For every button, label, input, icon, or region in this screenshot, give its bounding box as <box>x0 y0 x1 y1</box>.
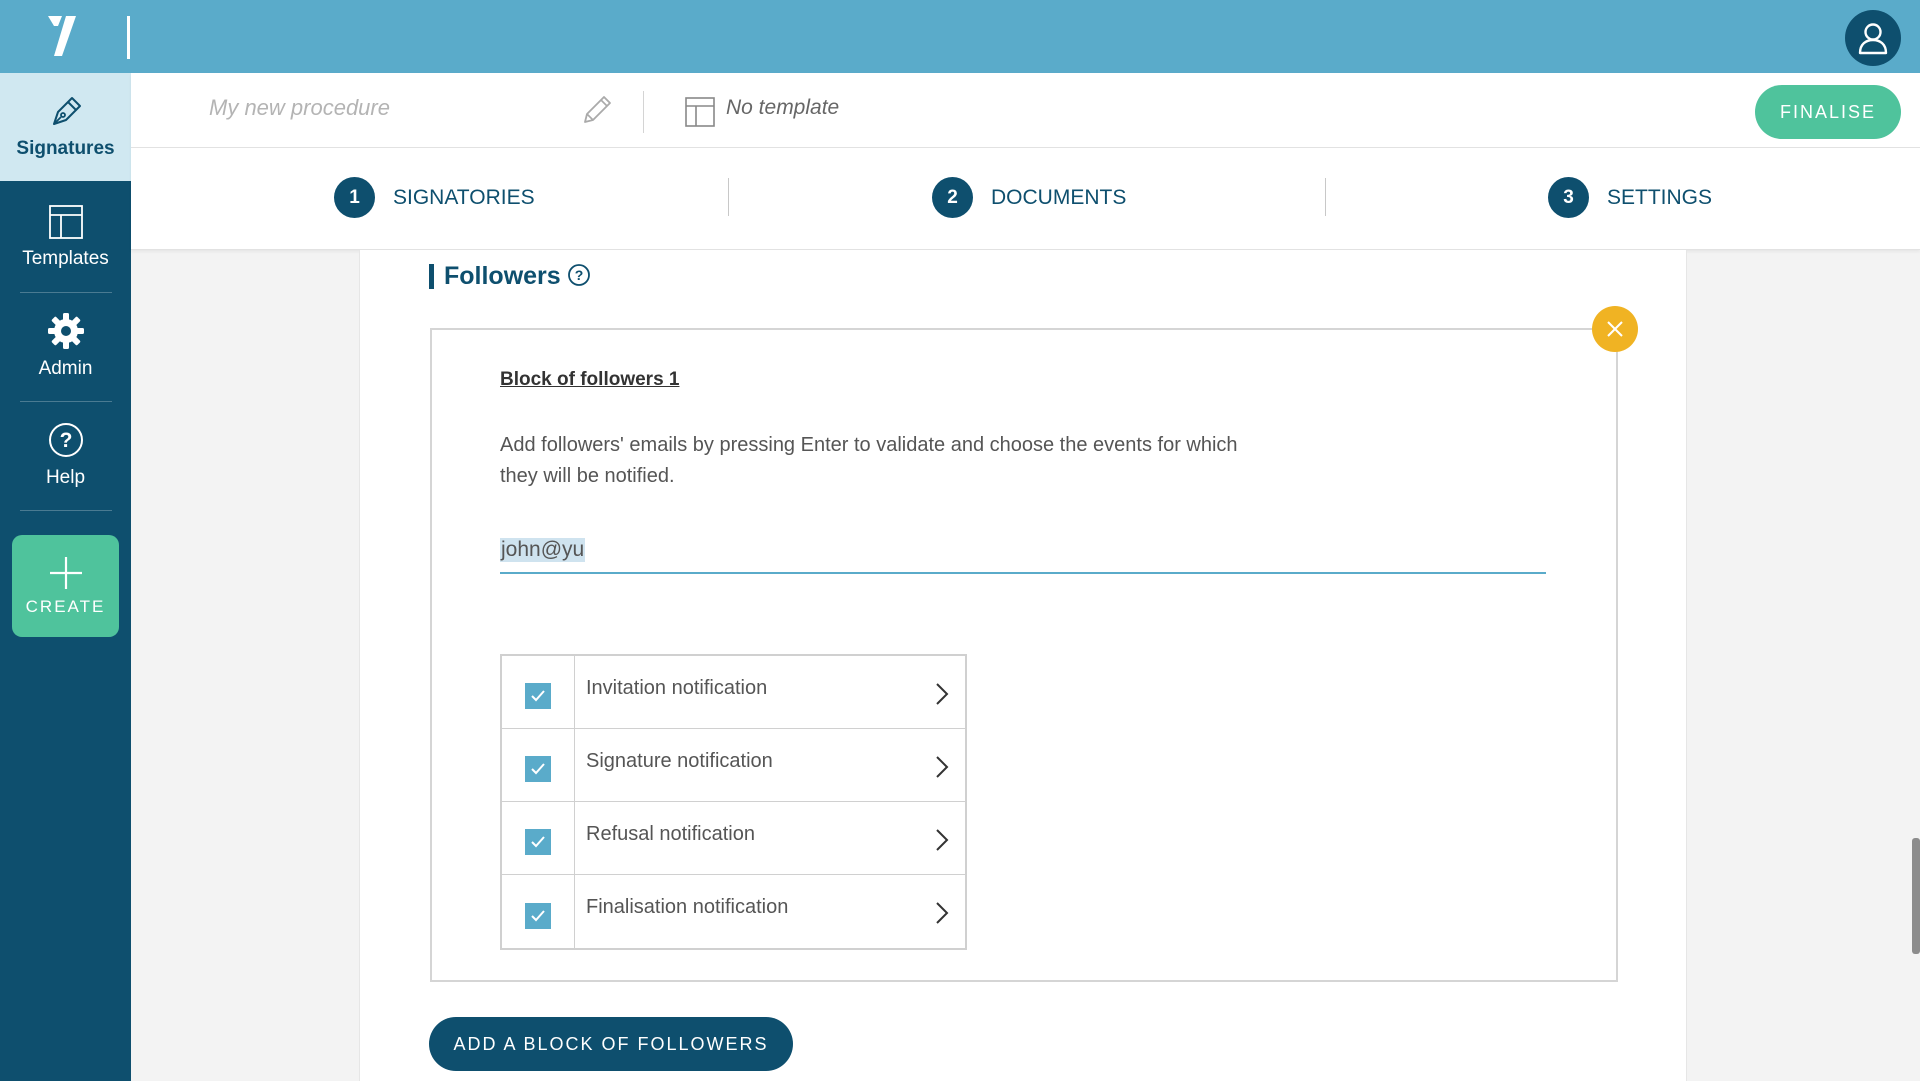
sidebar-item-label: Signatures <box>16 138 115 159</box>
chevron-right-icon[interactable] <box>935 901 949 929</box>
notification-label: Signature notification <box>586 749 773 772</box>
followers-panel: Followers ? Block of followers 1 Add fol… <box>359 250 1687 1081</box>
pen-nib-icon <box>52 97 81 125</box>
header-divider <box>643 91 644 133</box>
app-logo[interactable] <box>44 12 94 60</box>
chevron-right-icon[interactable] <box>935 755 949 783</box>
notification-list: Invitation notification Signature notifi… <box>500 654 967 950</box>
sidebar-divider <box>20 510 112 511</box>
checkbox-cell <box>502 875 575 948</box>
procedure-name-input[interactable]: My new procedure <box>209 95 390 121</box>
pencil-icon[interactable] <box>580 93 614 131</box>
top-bar <box>0 0 1920 73</box>
svg-text:?: ? <box>574 267 583 283</box>
sidebar-item-label: Templates <box>22 248 109 269</box>
step-divider <box>728 178 729 216</box>
create-label: CREATE <box>25 597 106 616</box>
step-label: DOCUMENTS <box>991 185 1127 209</box>
notification-row-invitation[interactable]: Invitation notification <box>502 656 965 729</box>
step-number: 3 <box>1548 177 1589 218</box>
notification-row-signature[interactable]: Signature notification <box>502 729 965 802</box>
title-accent-bar <box>429 264 434 289</box>
user-avatar[interactable] <box>1845 10 1901 66</box>
block-title: Block of followers 1 <box>500 369 680 390</box>
chevron-right-icon[interactable] <box>935 682 949 710</box>
checkbox[interactable] <box>525 756 551 782</box>
check-icon <box>531 909 545 921</box>
gear-icon <box>47 313 84 349</box>
section-title: Followers ? <box>429 262 591 291</box>
email-value: john@yu <box>500 538 586 562</box>
add-followers-block-button[interactable]: ADD A BLOCK OF FOLLOWERS <box>429 1017 793 1071</box>
question-circle-icon: ? <box>48 423 83 457</box>
checkbox-cell <box>502 656 575 728</box>
notification-row-finalisation[interactable]: Finalisation notification <box>502 875 965 948</box>
notification-label: Finalisation notification <box>586 896 789 918</box>
logo-divider <box>127 16 130 59</box>
plus-icon <box>49 557 82 589</box>
template-icon <box>685 97 715 131</box>
block-description: Add followers' emails by pressing Enter … <box>500 434 1238 487</box>
followers-title: Followers <box>444 262 561 290</box>
step-number: 2 <box>932 177 973 218</box>
page-scrollbar[interactable] <box>1912 838 1920 954</box>
sidebar-item-label: Admin <box>38 358 93 379</box>
step-tabs: 1 SIGNATORIES 2 DOCUMENTS 3 SETTINGS <box>131 148 1920 250</box>
sidebar-item-admin[interactable]: Admin <box>0 292 131 400</box>
check-icon <box>531 690 545 702</box>
check-icon <box>531 836 545 848</box>
checkbox[interactable] <box>525 683 551 709</box>
template-icon <box>48 205 83 239</box>
tab-signatories[interactable]: 1 SIGNATORIES <box>334 177 535 218</box>
notification-label: Refusal notification <box>586 822 755 845</box>
create-button[interactable]: CREATE <box>12 535 119 637</box>
step-number: 1 <box>334 177 375 218</box>
sidebar-item-templates[interactable]: Templates <box>0 183 131 291</box>
chevron-right-icon[interactable] <box>935 828 949 856</box>
checkbox[interactable] <box>525 829 551 855</box>
finalise-button[interactable]: FINALISE <box>1755 85 1901 139</box>
follower-email-input[interactable]: john@yu <box>500 534 1546 574</box>
user-icon <box>1858 23 1888 55</box>
remove-block-button[interactable] <box>1592 306 1638 352</box>
sidebar-item-signatures[interactable]: Signatures <box>0 73 131 181</box>
notification-label: Invitation notification <box>586 676 768 699</box>
check-icon <box>531 763 545 775</box>
step-label: SIGNATORIES <box>393 185 535 209</box>
step-label: SETTINGS <box>1607 185 1713 209</box>
template-selector[interactable]: No template <box>726 96 839 120</box>
checkbox-cell <box>502 729 575 801</box>
tab-settings[interactable]: 3 SETTINGS <box>1548 177 1712 218</box>
checkbox-cell <box>502 802 575 874</box>
procedure-header: My new procedure No template FINALISE <box>131 73 1920 148</box>
sidebar: Signatures Templates Admin ? Help CREATE <box>0 73 131 1081</box>
help-icon[interactable]: ? <box>567 263 591 291</box>
sidebar-item-label: Help <box>45 467 86 488</box>
checkbox[interactable] <box>525 902 551 929</box>
sidebar-item-help[interactable]: ? Help <box>0 401 131 509</box>
tab-documents[interactable]: 2 DOCUMENTS <box>932 177 1126 218</box>
close-icon <box>1607 321 1623 337</box>
svg-text:?: ? <box>59 429 72 452</box>
notification-row-refusal[interactable]: Refusal notification <box>502 802 965 875</box>
step-divider <box>1325 178 1326 216</box>
followers-block: Block of followers 1 Add followers' emai… <box>430 328 1618 982</box>
